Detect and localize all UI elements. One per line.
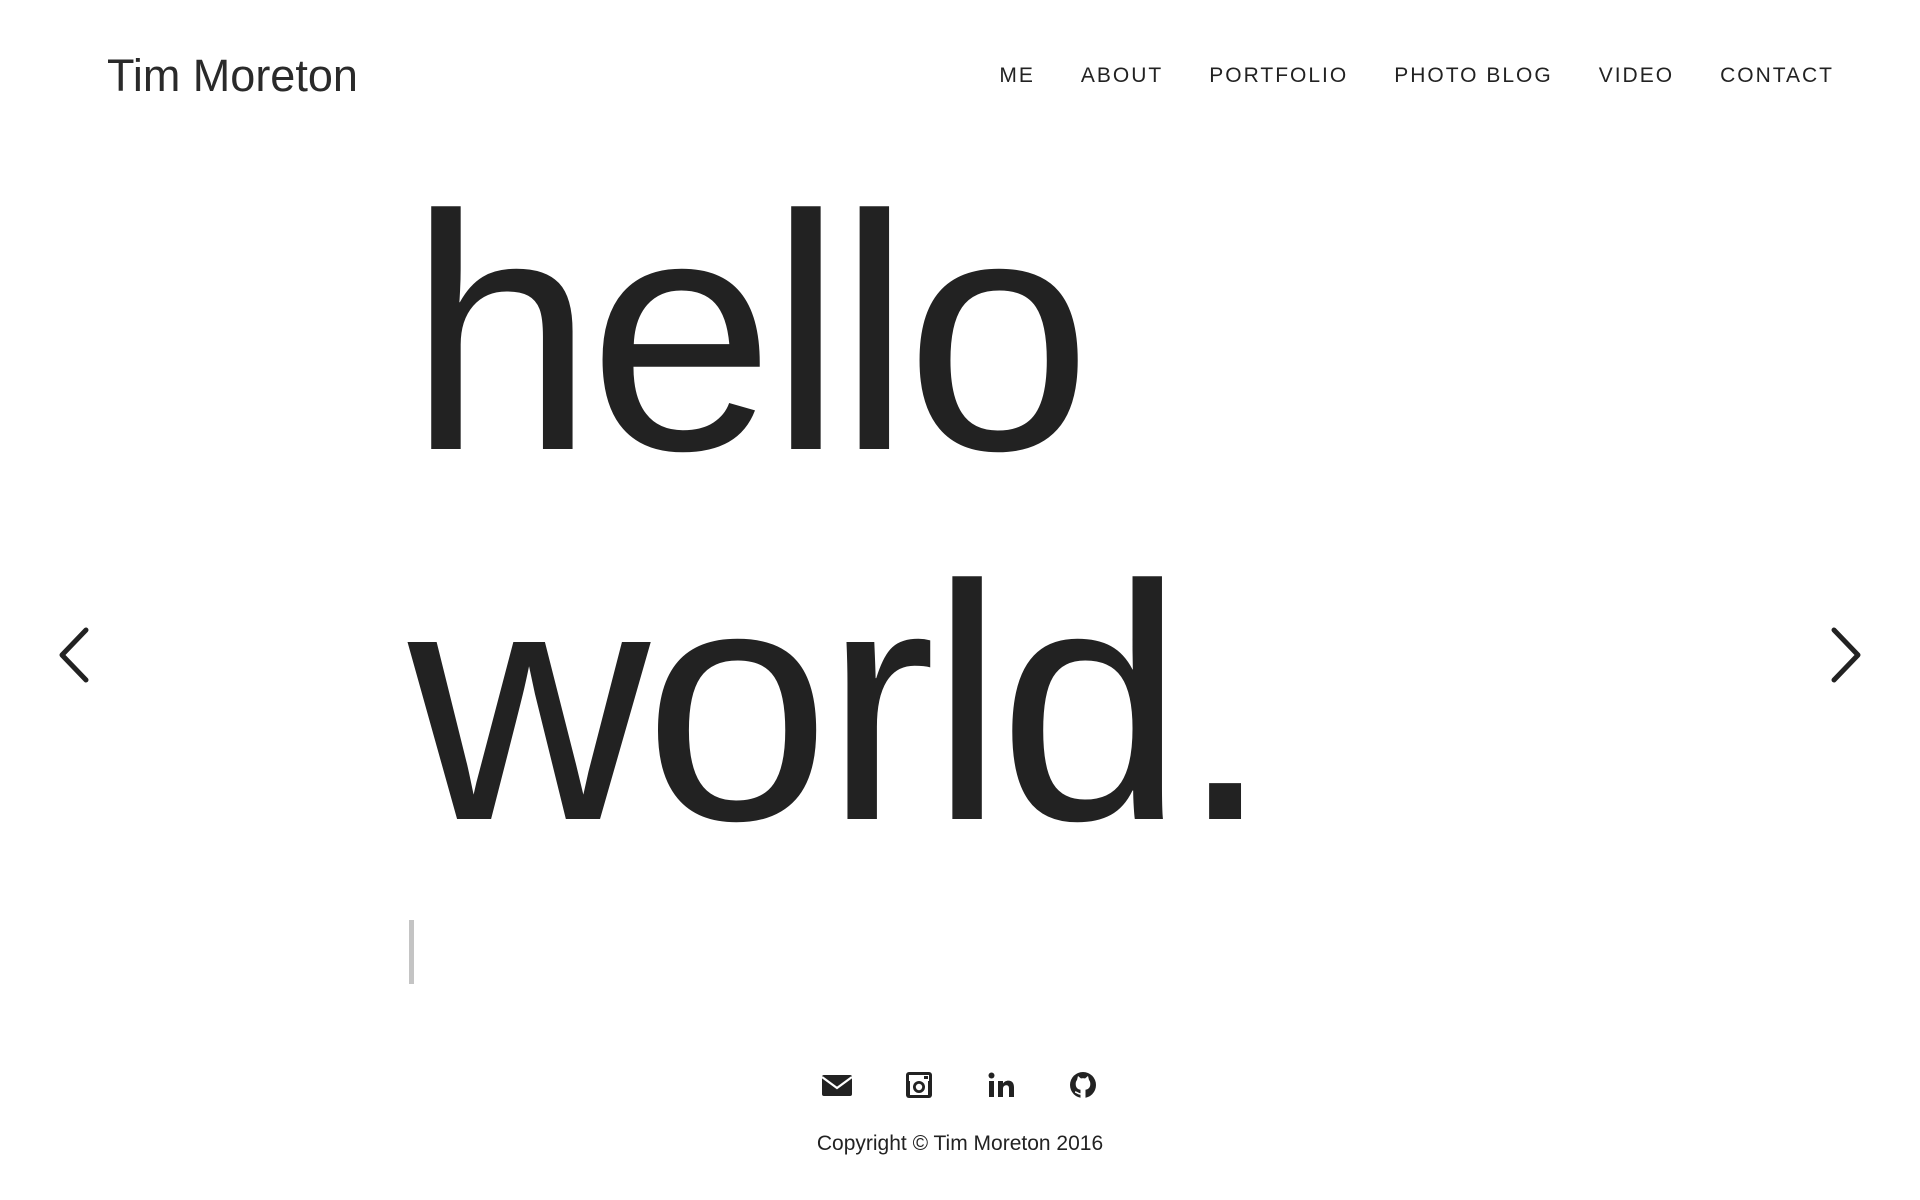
nav-item-portfolio[interactable]: PORTFOLIO [1209,64,1348,88]
chevron-right-icon [1831,627,1861,683]
page: Tim Moreton ME ABOUT PORTFOLIO PHOTO BLO… [0,0,1920,1200]
nav-item-contact[interactable]: CONTACT [1720,64,1834,88]
instagram-link[interactable] [902,1068,936,1102]
instagram-icon [906,1072,932,1098]
nav-item-photo-blog[interactable]: PHOTO BLOG [1394,64,1552,88]
nav-item-about[interactable]: ABOUT [1081,64,1163,88]
github-link[interactable] [1066,1068,1100,1102]
typing-cursor [409,920,414,984]
chevron-left-icon [59,627,89,683]
hero-line-1: hello [408,146,1092,520]
carousel-next-button[interactable] [1812,620,1872,690]
nav-item-me[interactable]: ME [999,64,1035,88]
site-title[interactable]: Tim Moreton [107,50,358,102]
main-nav: ME ABOUT PORTFOLIO PHOTO BLOG VIDEO CONT… [953,64,1834,88]
copyright-text: Copyright © Tim Moreton 2016 [816,1132,1104,1155]
github-icon [1070,1072,1096,1098]
hero-headline: hello world. [408,146,1272,890]
nav-item-video[interactable]: VIDEO [1599,64,1674,88]
carousel-prev-button[interactable] [48,620,108,690]
linkedin-icon [988,1072,1014,1097]
social-links [0,1068,1920,1102]
hero-line-2: world. [408,516,1272,890]
linkedin-link[interactable] [984,1068,1018,1102]
envelope-icon [821,1075,853,1096]
email-link[interactable] [820,1068,854,1102]
